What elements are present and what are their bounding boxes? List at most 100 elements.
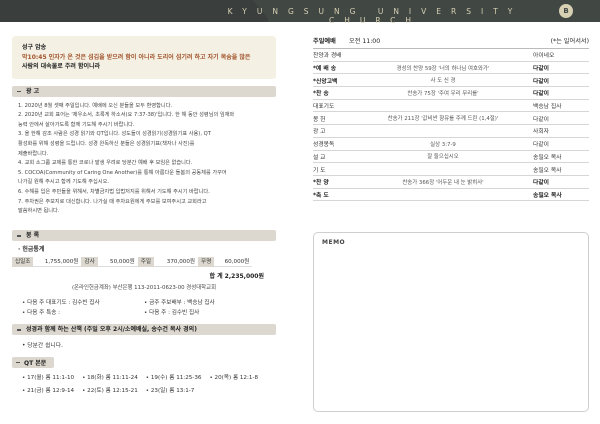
notice-item: 능력 안에서 살아가도록 함께 기도해 주시기 바랍니다. <box>18 121 135 128</box>
worship-row: 광 고 사회자 <box>313 125 589 138</box>
verse-reference: 막10:45 <box>22 54 47 61</box>
worship-leader: 다같이 <box>533 91 549 98</box>
worship-row: 찬양과 경배 아이네오 <box>313 49 589 62</box>
memory-verse-title: 성구 암송 <box>22 44 47 51</box>
worship-content: 찬송가 366장 '어두운 내 눈 밝히사' <box>402 179 484 186</box>
worship-role: *찬 송 <box>313 91 329 98</box>
offering-heading-bar: 봉 록 <box>12 230 276 242</box>
qt-item: • 22(토) 롬 12:15-21 <box>82 388 138 395</box>
notice-item: 7. 주차권은 주보지로 대신합니다. 나가실 때 주차요원에게 주보를 보여주… <box>18 198 207 205</box>
offering-table: 십일조 1,755,000원 감사 50,000원 주일 370,000원 무명… <box>12 257 276 268</box>
worship-leader: 송필오 목사 <box>533 167 562 174</box>
worship-role: 찬양과 경배 <box>313 53 342 60</box>
worship-row: 대표기도 백승남 집사 <box>313 100 589 113</box>
header-bar: KYUNGSUNG UNIVERSITY CHURCH B <box>0 0 600 25</box>
worship-row: 기 도 송필오 목사 <box>313 163 589 176</box>
offering-total: 합 계 2,235,000원 <box>209 273 264 281</box>
duty-item: • 다음 주 특송 : <box>22 310 61 317</box>
notice-item: 말씀하시면 됩니다. <box>18 208 60 215</box>
church-name: KYUNGSUNG UNIVERSITY CHURCH <box>227 7 523 25</box>
worship-title: 주일예배 <box>313 38 336 45</box>
notice-item: 나가길 원해 주시고 함께 기도해 주십시오. <box>18 179 110 186</box>
worship-leader: 사회자 <box>533 129 549 136</box>
worship-content: 잘 들으십시오 <box>427 154 459 161</box>
worship-content: 실상 3:7-9 <box>430 141 456 148</box>
qt-item: • 18(화) 롬 11:11-24 <box>82 375 138 382</box>
qt-row-2: • 21(금) 롬 12:9-14 • 22(토) 롬 12:15-21 • 2… <box>12 386 276 394</box>
qt-heading-text: QT 본문 <box>24 360 47 368</box>
qt-row-1: • 17(월) 롬 11:1-10 • 18(화) 롬 11:11-24 • 1… <box>12 373 276 381</box>
memory-verse-box: 성구 암송 막10:45 인자가 온 것은 섬김을 받으려 함이 아니라 도리어… <box>12 36 276 79</box>
worship-row: *찬 송 찬송가 75장 '주여 우리 무리를' 다같이 <box>313 87 589 100</box>
duty-item: • 다음 주 대표기도 : 김수빈 집사 <box>22 300 100 307</box>
notice-list: 1. 2020년 8월 셋째 주일입니다. 예배에 오신 분들을 모두 환영합니… <box>12 97 276 217</box>
offering-label: 주일 <box>137 257 155 268</box>
worship-role: *찬 양 <box>313 180 329 187</box>
bible-walk-heading: 성경과 함께 하는 산책 (주일 오후 2시/소예배실, 송수건 목사 경의) <box>26 326 197 334</box>
offering-value: 60,000원 <box>214 257 253 268</box>
notice-item: 5. COCOA(Community of Caring One Another… <box>18 169 227 176</box>
worship-header: 주일예배 오전 11:00 (*는 일어서서) <box>313 36 589 49</box>
worship-leader: 다같이 <box>533 78 549 85</box>
worship-role: *축 도 <box>313 192 329 199</box>
worship-row: 설 교 잘 들으십시오 송필오 목사 <box>313 151 589 164</box>
worship-row: *찬 양 찬송가 366장 '어두운 내 눈 밝히사' 다같이 <box>313 176 589 189</box>
worship-order: 주일예배 오전 11:00 (*는 일어서서) 찬양과 경배 아이네오 *예 배 송… <box>313 36 589 202</box>
qt-heading: QT 본문 <box>12 357 55 369</box>
worship-row: *신앙고백 사 도 신 경 다같이 <box>313 74 589 88</box>
worship-role: 봉 헌 <box>313 116 326 123</box>
worship-role: 광 고 <box>313 129 326 136</box>
qt-item: • 19(수) 롬 11:25-36 <box>145 375 202 382</box>
offering-label: 감사 <box>81 257 98 268</box>
worship-role: 대표기도 <box>313 104 335 111</box>
offering-subheading: · 헌금통계 <box>18 246 45 254</box>
worship-note: (*는 일어서서) <box>550 38 589 45</box>
memo-box[interactable]: MEMO <box>313 232 589 412</box>
worship-leader: 아이네오 <box>533 53 555 60</box>
qt-item: • 20(목) 롬 12:1-8 <box>209 375 259 382</box>
notice-item: 1. 2020년 8월 셋째 주일입니다. 예배에 오신 분들을 모두 환영합니… <box>18 102 173 109</box>
worship-leader: 송필오 목사 <box>533 154 562 161</box>
offering-label: 십일조 <box>12 257 34 268</box>
worship-content: 찬송가 211장 '값비싼 향유를 주께 드린 (1,4절)' <box>387 116 499 123</box>
offering-account: (온라인헌금계좌) 부산은행 113-2011-0623-00 경성대학교회 <box>71 285 217 292</box>
worship-leader: 다같이 <box>533 66 549 73</box>
worship-row: *예 배 송 경성의 찬양 59장 '너의 하나님 여호와가' 다같이 <box>313 62 589 75</box>
worship-content: 경성의 찬양 59장 '너의 하나님 여호와가' <box>396 65 490 72</box>
bible-walk-note: • 당분간 쉽니다. <box>22 343 63 350</box>
worship-content: 찬송가 75장 '주여 우리 무리를' <box>407 90 479 97</box>
bible-walk-heading-bar: 성경과 함께 하는 산책 (주일 오후 2시/소예배실, 송수건 목사 경의) <box>12 324 276 336</box>
worship-leader: 다같이 <box>533 180 549 187</box>
notice-item: 제출바랍니다. <box>18 150 49 157</box>
offering-value: 370,000원 <box>154 257 199 268</box>
worship-role: *예 배 송 <box>313 66 337 73</box>
duty-list: • 다음 주 대표기도 : 김수빈 집사 • 금주 주보배부 : 백승남 집사 … <box>12 298 276 316</box>
worship-role: 기 도 <box>313 167 326 174</box>
worship-role: *신앙고백 <box>313 78 338 85</box>
notice-item: 6. 수해를 입은 주민들을 위해서, 차별금지법 입법저지를 위해서 기도해 … <box>18 188 210 195</box>
worship-leader: 다같이 <box>533 142 549 149</box>
church-logo-icon: B <box>559 4 573 18</box>
dash-icon <box>17 90 21 93</box>
offering-label: 무명 <box>198 257 215 268</box>
worship-leader: 다같이 <box>533 116 549 123</box>
notices-heading-bar: 광 고 <box>12 85 276 97</box>
notices-heading: 광 고 <box>26 87 40 95</box>
notice-item: 활성화를 위해 성령을 드립니다. 성경 완독하신 분들은 성경읽기표(책자나 … <box>18 140 195 147</box>
worship-content: 사 도 신 경 <box>430 78 456 85</box>
qt-item: • 21(금) 롬 12:9-14 <box>22 388 75 395</box>
qt-item: • 23(일) 롬 13:1-7 <box>145 388 195 395</box>
memo-label: MEMO <box>322 239 346 246</box>
worship-row: 봉 헌 찬송가 211장 '값비싼 향유를 주께 드린 (1,4절)' 다같이 <box>313 112 589 126</box>
qt-item: • 17(월) 롬 11:1-10 <box>22 375 75 382</box>
verse-line-1: 인자가 온 것은 섬김을 받으려 함이 아니라 도리어 섬기려 하고 자기 목숨… <box>48 54 251 61</box>
offering-value: 1,755,000원 <box>33 257 82 268</box>
notice-item: 2. 2020년 교회 표어는 '제우소서, 초록게 하소서(요 7:37-38… <box>18 112 235 119</box>
worship-row: *축 도 송필오 목사 <box>313 189 589 202</box>
notice-item: 4. 교회 소그룹 교제를 통한 코로나 발생 우려로 당분간 예배 후 모임은… <box>18 160 193 167</box>
dash-icon <box>17 235 21 237</box>
duty-item: • 금주 주보배부 : 백승남 집사 <box>144 300 215 307</box>
worship-role: 성경봉독 <box>313 142 335 149</box>
worship-rows: 찬양과 경배 아이네오 *예 배 송 경성의 찬양 59장 '너의 하나님 여호와가'… <box>313 49 589 202</box>
memory-verse-text: 막10:45 인자가 온 것은 섬김을 받으려 함이 아니라 도리어 섬기려 하… <box>22 53 266 72</box>
